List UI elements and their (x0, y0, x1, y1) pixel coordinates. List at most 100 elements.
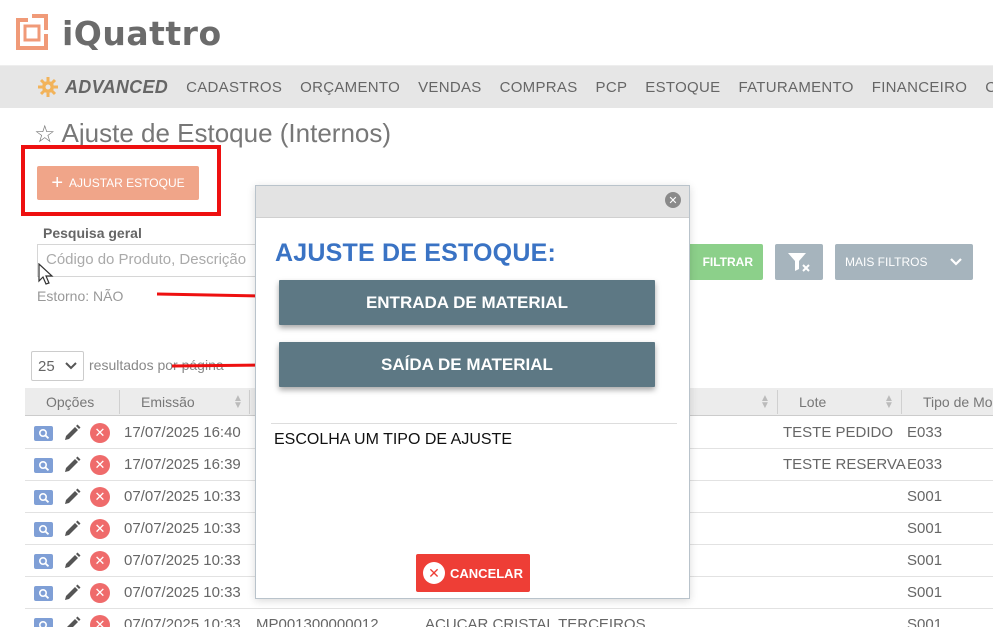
cell-emissao: 07/07/2025 10:33 (124, 520, 241, 537)
clear-filter-icon (788, 253, 810, 272)
view-icon[interactable] (34, 521, 53, 537)
iquattro-logo-icon (16, 14, 48, 50)
cell-tipo: S001 (907, 552, 943, 569)
cell-emissao: 17/07/2025 16:40 (124, 424, 241, 441)
cell-emissao: 07/07/2025 10:33 (124, 584, 241, 601)
edit-icon[interactable] (62, 487, 82, 507)
edit-icon[interactable] (62, 551, 82, 571)
edit-icon[interactable] (62, 519, 82, 539)
delete-icon[interactable]: ✕ (90, 519, 110, 539)
cell-emissao: 07/07/2025 10:33 (124, 488, 241, 505)
cell-tipo: S001 (907, 520, 943, 537)
view-icon[interactable] (34, 617, 53, 627)
column-separator (249, 390, 250, 414)
row-actions: ✕ (34, 615, 110, 627)
close-icon[interactable]: ✕ (665, 192, 681, 208)
modal-heading: AJUSTE DE ESTOQUE: (275, 239, 556, 267)
cell-codigo: MP001300000012 (256, 616, 379, 627)
filter-button-label: FILTRAR (702, 255, 753, 269)
nav-item-estoque[interactable]: ESTOQUE (645, 79, 720, 96)
view-icon[interactable] (34, 553, 53, 569)
edition-badge: ADVANCED (37, 76, 168, 98)
delete-icon[interactable]: ✕ (90, 615, 110, 627)
cell-tipo: E033 (907, 424, 943, 441)
cancel-button[interactable]: ✕ CANCELAR (416, 554, 530, 592)
edit-icon[interactable] (62, 615, 82, 627)
app-name: iQuattro (62, 14, 222, 53)
sort-icon[interactable]: ▲ ▼ (760, 394, 770, 411)
row-actions: ✕ (34, 487, 110, 507)
edition-label: ADVANCED (65, 76, 169, 97)
row-actions: ✕ (34, 455, 110, 475)
entrada-material-label: ENTRADA DE MATERIAL (365, 292, 569, 312)
delete-icon[interactable]: ✕ (90, 551, 110, 571)
column-header-tipo[interactable]: Tipo de Mo (923, 388, 993, 416)
chevron-down-icon (65, 362, 77, 370)
edit-icon[interactable] (62, 583, 82, 603)
view-icon[interactable] (34, 457, 53, 473)
edit-icon[interactable] (62, 455, 82, 475)
modal-divider (271, 423, 677, 424)
entrada-material-button[interactable]: ENTRADA DE MATERIAL (279, 280, 655, 325)
row-actions: ✕ (34, 583, 110, 603)
search-label: Pesquisa geral (43, 225, 142, 241)
saida-material-button[interactable]: SAÍDA DE MATERIAL (279, 342, 655, 387)
sort-icon[interactable]: ▲ ▼ (884, 394, 894, 411)
nav-item-compras[interactable]: COMPRAS (500, 79, 578, 96)
row-actions: ✕ (34, 423, 110, 443)
main-nav: ADVANCED CADASTROS ORÇAMENTO VENDAS COMP… (0, 66, 993, 108)
view-icon[interactable] (34, 585, 53, 601)
cell-tipo: S001 (907, 584, 943, 601)
nav-item-faturamento[interactable]: FATURAMENTO (738, 79, 853, 96)
app-header: iQuattro (0, 0, 993, 66)
column-header-opcoes[interactable]: Opções (46, 388, 94, 416)
delete-icon[interactable]: ✕ (90, 423, 110, 443)
nav-item-orcamento[interactable]: ORÇAMENTO (300, 79, 400, 96)
mouse-cursor-icon (38, 263, 54, 285)
view-icon[interactable] (34, 489, 53, 505)
nav-item-pcp[interactable]: PCP (596, 79, 628, 96)
delete-icon[interactable]: ✕ (90, 487, 110, 507)
delete-icon[interactable]: ✕ (90, 583, 110, 603)
cell-tipo: S001 (907, 616, 943, 627)
nav-item-financeiro[interactable]: FINANCEIRO (872, 79, 968, 96)
table-row[interactable]: ✕ 07/07/2025 10:33 MP001300000012 ACUCAR CR… (25, 609, 993, 627)
edit-icon[interactable] (62, 423, 82, 443)
saida-material-label: SAÍDA DE MATERIAL (381, 354, 553, 374)
cancel-label: CANCELAR (450, 565, 523, 581)
page-size-select[interactable]: 25 (31, 351, 84, 381)
nav-item-more[interactable]: C (985, 79, 993, 96)
cell-tipo: E033 (907, 456, 943, 473)
sort-icon[interactable]: ▲ ▼ (233, 394, 243, 411)
column-header-emissao[interactable]: Emissão (141, 388, 195, 416)
page-size-value: 25 (38, 357, 55, 375)
column-separator (901, 390, 902, 414)
annotation-highlight-box (21, 145, 221, 216)
gear-icon (38, 77, 58, 97)
delete-icon[interactable]: ✕ (90, 455, 110, 475)
column-header-lote[interactable]: Lote (799, 388, 826, 416)
modal-message: ESCOLHA UM TIPO DE AJUSTE (274, 431, 512, 448)
cell-lote: TESTE PEDIDO (783, 424, 894, 441)
clear-filter-button[interactable] (775, 244, 823, 280)
cell-emissao: 07/07/2025 10:33 (124, 552, 241, 569)
estorno-filter-text: Estorno: NÃO (37, 288, 124, 304)
row-actions: ✕ (34, 551, 110, 571)
more-filters-label: MAIS FILTROS (845, 255, 928, 269)
column-separator (777, 390, 778, 414)
adjust-stock-modal: ✕ AJUSTE DE ESTOQUE: ENTRADA DE MATERIAL… (255, 185, 690, 599)
cell-descricao: ACUCAR CRISTAL TERCEIROS (425, 616, 646, 627)
cell-emissao: 17/07/2025 16:39 (124, 456, 241, 473)
search-input[interactable]: Código do Produto, Descrição (37, 244, 259, 277)
modal-titlebar: ✕ (256, 186, 689, 218)
cell-emissao: 07/07/2025 10:33 (124, 616, 241, 627)
view-icon[interactable] (34, 425, 53, 441)
nav-item-cadastros[interactable]: CADASTROS (186, 79, 282, 96)
filter-button[interactable]: FILTRAR (680, 244, 763, 280)
row-actions: ✕ (34, 519, 110, 539)
cell-tipo: S001 (907, 488, 943, 505)
close-circle-icon: ✕ (423, 562, 446, 584)
nav-item-vendas[interactable]: VENDAS (418, 79, 482, 96)
star-icon[interactable]: ☆ (34, 121, 56, 148)
more-filters-button[interactable]: MAIS FILTROS (835, 244, 973, 280)
